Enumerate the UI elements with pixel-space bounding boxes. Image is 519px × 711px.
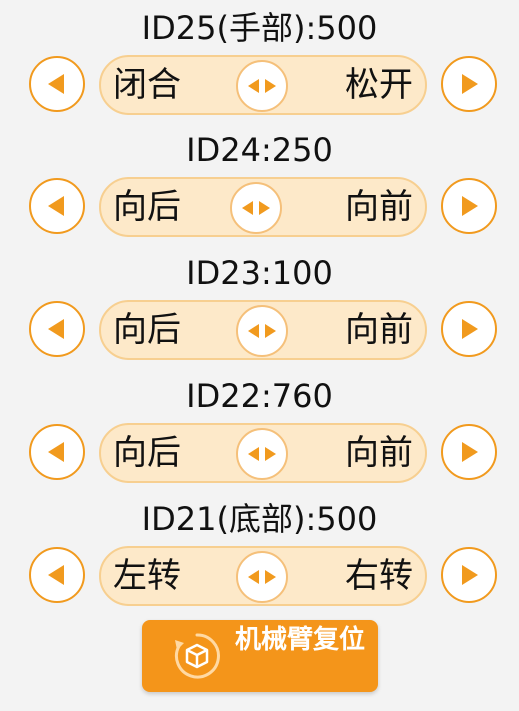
triangle-right-icon: [462, 196, 478, 216]
slider-left-label: 向后: [113, 433, 181, 473]
reset-button-label: 机械臂复位: [234, 625, 365, 655]
decrease-button[interactable]: [29, 424, 85, 480]
increase-button[interactable]: [441, 424, 497, 480]
slider-track[interactable]: 向后 向前: [99, 300, 427, 360]
slider-knob[interactable]: [236, 60, 288, 112]
triangle-right-icon: [462, 74, 478, 94]
slider-left-label: 向后: [113, 187, 181, 227]
servo-control-id22: ID22:760 向后 向前: [0, 374, 519, 494]
servo-title: ID21(底部):500: [141, 500, 378, 538]
increase-button[interactable]: [441, 178, 497, 234]
servo-control-id24: ID24:250 向后 向前: [0, 128, 519, 248]
slider-track[interactable]: 左转 右转: [99, 546, 427, 606]
slider-track[interactable]: 向后 向前: [99, 423, 427, 483]
triangle-right-icon: [462, 442, 478, 462]
increase-button[interactable]: [441, 301, 497, 357]
slider-track[interactable]: 闭合 松开: [99, 55, 427, 115]
servo-title: ID24:250: [186, 131, 333, 169]
decrease-button[interactable]: [29, 547, 85, 603]
arm-reset-button[interactable]: 机械臂复位: [142, 620, 378, 692]
slider-left-label: 左转: [113, 556, 181, 596]
decrease-button[interactable]: [29, 178, 85, 234]
double-arrow-icon: [242, 201, 270, 215]
slider-left-label: 向后: [113, 310, 181, 350]
servo-control-id21: ID21(底部):500 左转 右转: [0, 497, 519, 617]
slider-right-label: 向前: [345, 187, 413, 227]
double-arrow-icon: [248, 324, 276, 338]
cube-reset-icon: [174, 633, 220, 679]
slider-left-label: 闭合: [113, 65, 181, 105]
decrease-button[interactable]: [29, 56, 85, 112]
triangle-left-icon: [48, 196, 64, 216]
slider-knob[interactable]: [230, 182, 282, 234]
slider-knob[interactable]: [236, 305, 288, 357]
slider-right-label: 向前: [345, 433, 413, 473]
slider-right-label: 松开: [345, 65, 413, 105]
servo-title: ID25(手部):500: [141, 9, 378, 47]
triangle-right-icon: [462, 565, 478, 585]
triangle-left-icon: [48, 442, 64, 462]
slider-right-label: 向前: [345, 310, 413, 350]
double-arrow-icon: [248, 79, 276, 93]
slider-knob[interactable]: [236, 551, 288, 603]
slider-knob[interactable]: [236, 428, 288, 480]
double-arrow-icon: [248, 447, 276, 461]
slider-right-label: 右转: [345, 556, 413, 596]
servo-title: ID23:100: [186, 254, 333, 292]
triangle-left-icon: [48, 319, 64, 339]
slider-track[interactable]: 向后 向前: [99, 177, 427, 237]
triangle-left-icon: [48, 565, 64, 585]
increase-button[interactable]: [441, 56, 497, 112]
servo-control-id23: ID23:100 向后 向前: [0, 251, 519, 371]
servo-control-id25: ID25(手部):500 闭合 松开: [0, 6, 519, 126]
decrease-button[interactable]: [29, 301, 85, 357]
double-arrow-icon: [248, 570, 276, 584]
increase-button[interactable]: [441, 547, 497, 603]
triangle-right-icon: [462, 319, 478, 339]
triangle-left-icon: [48, 74, 64, 94]
servo-title: ID22:760: [186, 377, 333, 415]
servo-control-screen: { "accent_color": "#f19a1e", "track_colo…: [0, 0, 519, 711]
